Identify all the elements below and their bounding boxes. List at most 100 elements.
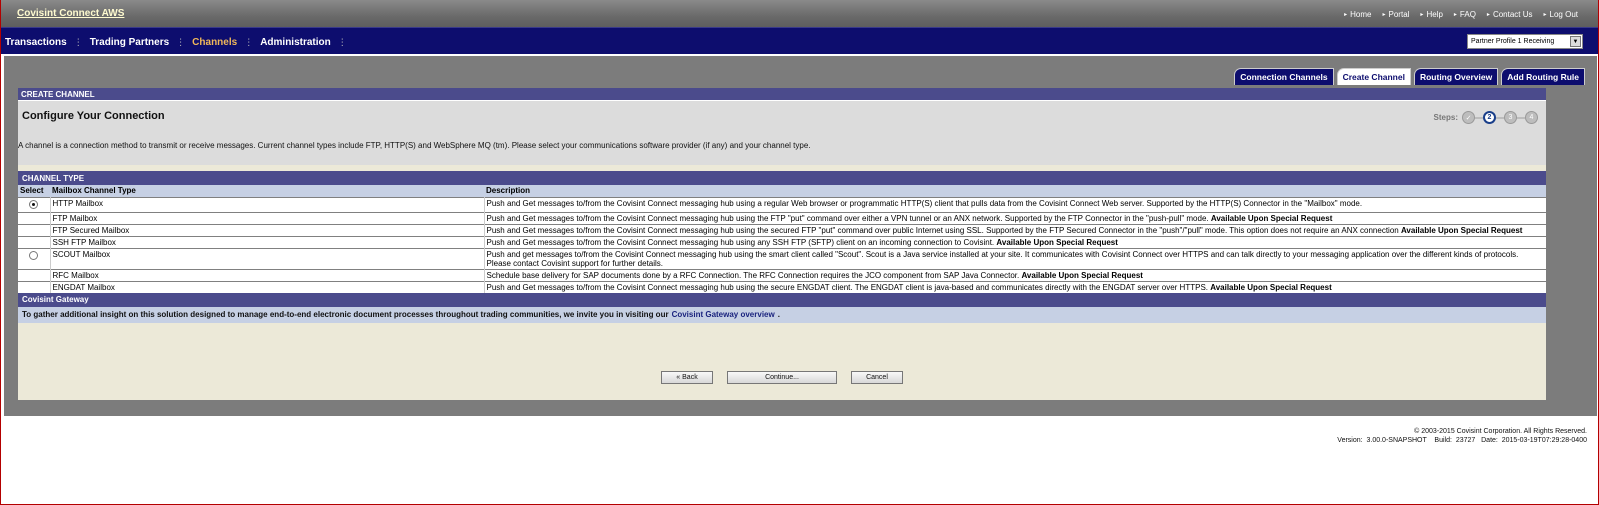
- arrow-right-icon: ▸: [1543, 12, 1547, 18]
- channel-type-description: Push and Get messages to/from the Covisi…: [484, 280, 1546, 293]
- channel-type-radio[interactable]: [29, 250, 39, 260]
- tab-connection-channels[interactable]: Connection Channels: [1234, 68, 1334, 85]
- arrow-right-icon: ▸: [1486, 12, 1490, 18]
- faq-link[interactable]: ▸ FAQ: [1454, 10, 1476, 19]
- main-nav: Transactions ⋮ Trading Partners ⋮ Channe…: [1, 27, 1598, 54]
- gateway-overview-link[interactable]: Covisint Gateway overview: [672, 310, 775, 319]
- partner-profile-select[interactable]: Partner Profile 1 Receiving ▼: [1467, 34, 1583, 49]
- channel-tabs: Connection Channels Create Channel Routi…: [1234, 68, 1585, 85]
- select-cell: [18, 235, 51, 248]
- partner-profile-value: Partner Profile 1 Receiving: [1471, 38, 1555, 45]
- select-cell: [18, 280, 51, 293]
- column-header-select: Select: [18, 185, 50, 197]
- continue-button[interactable]: Continue...: [727, 371, 837, 384]
- create-channel-panel: CREATE CHANNEL Configure Your Connection…: [18, 88, 1546, 400]
- gateway-tail: .: [777, 310, 780, 319]
- description-text: Push and Get messages to/from the Covisi…: [486, 225, 1401, 235]
- select-cell: [18, 196, 51, 212]
- nav-separator: ⋮: [73, 37, 83, 47]
- channel-type-description: Push and Get messages to/from the Covisi…: [484, 223, 1546, 236]
- page-title: Configure Your Connection: [22, 110, 165, 122]
- content-frame: Connection Channels Create Channel Routi…: [4, 56, 1597, 416]
- step-connector: [1517, 116, 1525, 119]
- nav-channels[interactable]: Channels: [192, 37, 237, 48]
- top-bar: Covisint Connect AWS ▸ Home ▸ Portal ▸ Help…: [1, 0, 1598, 27]
- nav-transactions[interactable]: Transactions: [5, 37, 67, 48]
- gateway-header: Covisint Gateway: [18, 292, 1546, 307]
- channel-type-name: RFC Mailbox: [50, 268, 485, 281]
- version-text: Version: 3.00.0-SNAPSHOT Build: 23727 Da…: [1337, 437, 1587, 444]
- step-1-check-icon: ✓: [1462, 111, 1475, 124]
- select-cell: [18, 223, 51, 236]
- description-text: Push and Get messages to/from the Covisi…: [486, 237, 997, 247]
- tab-routing-overview[interactable]: Routing Overview: [1413, 68, 1499, 85]
- table-row: FTP Mailbox Push and Get messages to/from…: [18, 211, 1546, 224]
- chevron-down-icon[interactable]: ▼: [1570, 36, 1581, 47]
- description-text: Push and Get messages to/from the Covisi…: [486, 282, 1211, 292]
- channel-type-description: Push and Get messages to/from the Covisi…: [484, 211, 1546, 224]
- table-row: FTP Secured Mailbox Push and Get messages…: [18, 223, 1546, 236]
- contact-us-link[interactable]: ▸ Contact Us: [1487, 10, 1533, 19]
- channel-type-name: SSH FTP Mailbox: [50, 235, 485, 248]
- description-text: Push and Get messages to/from the Covisi…: [486, 198, 1363, 208]
- availability-note: Available Upon Special Request: [996, 237, 1118, 247]
- gateway-info: To gather additional insight on this sol…: [18, 306, 1546, 323]
- configure-section: Configure Your Connection Steps: ✓ 2 3 4…: [18, 101, 1546, 165]
- table-row: RFC Mailbox Schedule base delivery for SA…: [18, 268, 1546, 281]
- arrow-right-icon: ▸: [1382, 12, 1386, 18]
- channel-type-description: Schedule base delivery for SAP documents…: [484, 268, 1546, 281]
- copyright-text: © 2003-2015 Covisint Corporation. All Ri…: [1414, 428, 1587, 435]
- channel-type-description: Push and Get messages to/from the Covisi…: [484, 196, 1546, 212]
- tab-create-channel[interactable]: Create Channel: [1336, 68, 1411, 85]
- description-text: Schedule base delivery for SAP documents…: [486, 270, 1022, 280]
- step-4: 4: [1525, 111, 1538, 124]
- step-connector: [1475, 116, 1483, 119]
- nav-separator: ⋮: [244, 37, 254, 47]
- nav-trading-partners[interactable]: Trading Partners: [90, 37, 169, 48]
- channel-type-name: HTTP Mailbox: [50, 196, 485, 212]
- log-out-link[interactable]: ▸ Log Out: [1544, 10, 1578, 19]
- table-row: SCOUT Mailbox Push and get messages to/fr…: [18, 247, 1546, 269]
- cancel-button[interactable]: Cancel: [851, 371, 903, 384]
- tab-add-routing-rule[interactable]: Add Routing Rule: [1501, 68, 1585, 85]
- app-title[interactable]: Covisint Connect AWS: [17, 8, 124, 19]
- step-3: 3: [1504, 111, 1517, 124]
- steps-indicator: Steps: ✓ 2 3 4: [1434, 111, 1538, 124]
- channel-type-description: Push and get messages to/from the Covisi…: [484, 247, 1546, 269]
- channel-type-description: Push and Get messages to/from the Covisi…: [484, 235, 1546, 248]
- intro-text: A channel is a connection method to tran…: [18, 141, 811, 150]
- panel-header: CREATE CHANNEL: [18, 88, 1546, 101]
- portal-link[interactable]: ▸ Portal: [1383, 10, 1410, 19]
- arrow-right-icon: ▸: [1453, 12, 1457, 18]
- channel-type-name: SCOUT Mailbox: [50, 247, 485, 269]
- table-header-row: Select Mailbox Channel Type Description: [18, 185, 1546, 197]
- channel-type-radio[interactable]: [29, 199, 39, 209]
- nav-administration[interactable]: Administration: [260, 37, 331, 48]
- table-row: ENGDAT Mailbox Push and Get messages to/f…: [18, 280, 1546, 293]
- select-cell: [18, 268, 51, 281]
- description-text: Push and get messages to/from the Covisi…: [486, 249, 1519, 268]
- arrow-right-icon: ▸: [1344, 12, 1348, 18]
- table-row: SSH FTP Mailbox Push and Get messages to/…: [18, 235, 1546, 248]
- channel-type-name: FTP Secured Mailbox: [50, 223, 485, 236]
- table-row: HTTP Mailbox Push and Get messages to/fro…: [18, 196, 1546, 212]
- nav-separator: ⋮: [337, 37, 347, 47]
- channel-type-name: FTP Mailbox: [50, 211, 485, 224]
- home-link[interactable]: ▸ Home: [1344, 10, 1371, 19]
- gateway-text: To gather additional insight on this sol…: [22, 310, 669, 319]
- steps-label: Steps:: [1433, 113, 1458, 122]
- channel-type-header: CHANNEL TYPE: [18, 171, 1546, 185]
- column-header-description: Description: [484, 185, 1546, 197]
- select-cell: [18, 211, 51, 224]
- nav-separator: ⋮: [176, 37, 186, 47]
- channel-type-table: Select Mailbox Channel Type Description …: [18, 185, 1546, 293]
- help-link[interactable]: ▸ Help: [1420, 10, 1442, 19]
- top-links: ▸ Home ▸ Portal ▸ Help ▸ FAQ ▸ Contact Us ▸ Lo…: [1344, 10, 1578, 19]
- availability-note: Available Upon Special Request: [1210, 213, 1333, 223]
- column-header-type: Mailbox Channel Type: [50, 185, 484, 197]
- back-button[interactable]: « Back: [661, 371, 713, 384]
- step-2: 2: [1483, 111, 1496, 124]
- footer: © 2003-2015 Covisint Corporation. All Ri…: [1337, 427, 1587, 445]
- availability-note: Available Upon Special Request: [1021, 270, 1143, 280]
- arrow-right-icon: ▸: [1420, 12, 1424, 18]
